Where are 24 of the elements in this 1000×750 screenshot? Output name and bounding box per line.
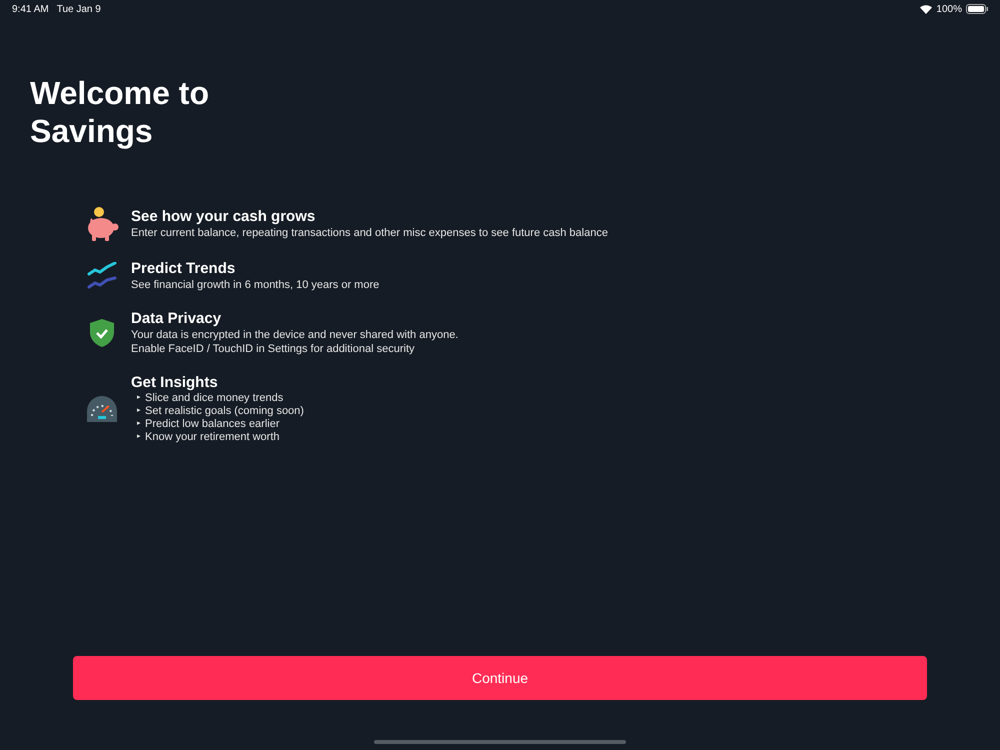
feature-description: See financial growth in 6 months, 10 years or more: [131, 278, 380, 292]
speedometer-icon: [87, 396, 117, 422]
home-indicator[interactable]: [374, 740, 626, 744]
feature-title: See how your cash grows: [131, 208, 316, 226]
feature-description: Enable FaceID / TouchID in Settings for additional security: [131, 342, 416, 356]
trend-lines-icon: [87, 262, 117, 290]
feature-title: Get Insights: [131, 374, 219, 392]
piggy-bank-icon: [85, 206, 119, 242]
battery-percentage: 100%: [936, 2, 962, 16]
feature-description: Enter current balance, repeating transactions and other misc expenses to see future cash balance: [131, 226, 608, 240]
bullet-item: Set realistic goals (coming soon): [145, 405, 304, 418]
shield-check-icon: [89, 318, 115, 348]
battery-icon: [966, 4, 988, 14]
bullet-item: Slice and dice money trends: [145, 392, 284, 405]
welcome-title: Welcome to Savings: [30, 74, 210, 150]
status-date: Tue Jan 9: [56, 2, 101, 16]
feature-title: Data Privacy: [131, 310, 222, 328]
status-time: 9:41 AM: [12, 2, 49, 16]
wifi-icon: [920, 4, 932, 14]
bullet-item: Know your retirement worth: [145, 431, 280, 444]
continue-button[interactable]: Continue: [73, 656, 927, 700]
feature-description: Your data is encrypted in the device and never shared with anyone.: [131, 328, 458, 342]
bullet-item: Predict low balances earlier: [145, 418, 280, 431]
feature-title: Predict Trends: [131, 260, 236, 278]
